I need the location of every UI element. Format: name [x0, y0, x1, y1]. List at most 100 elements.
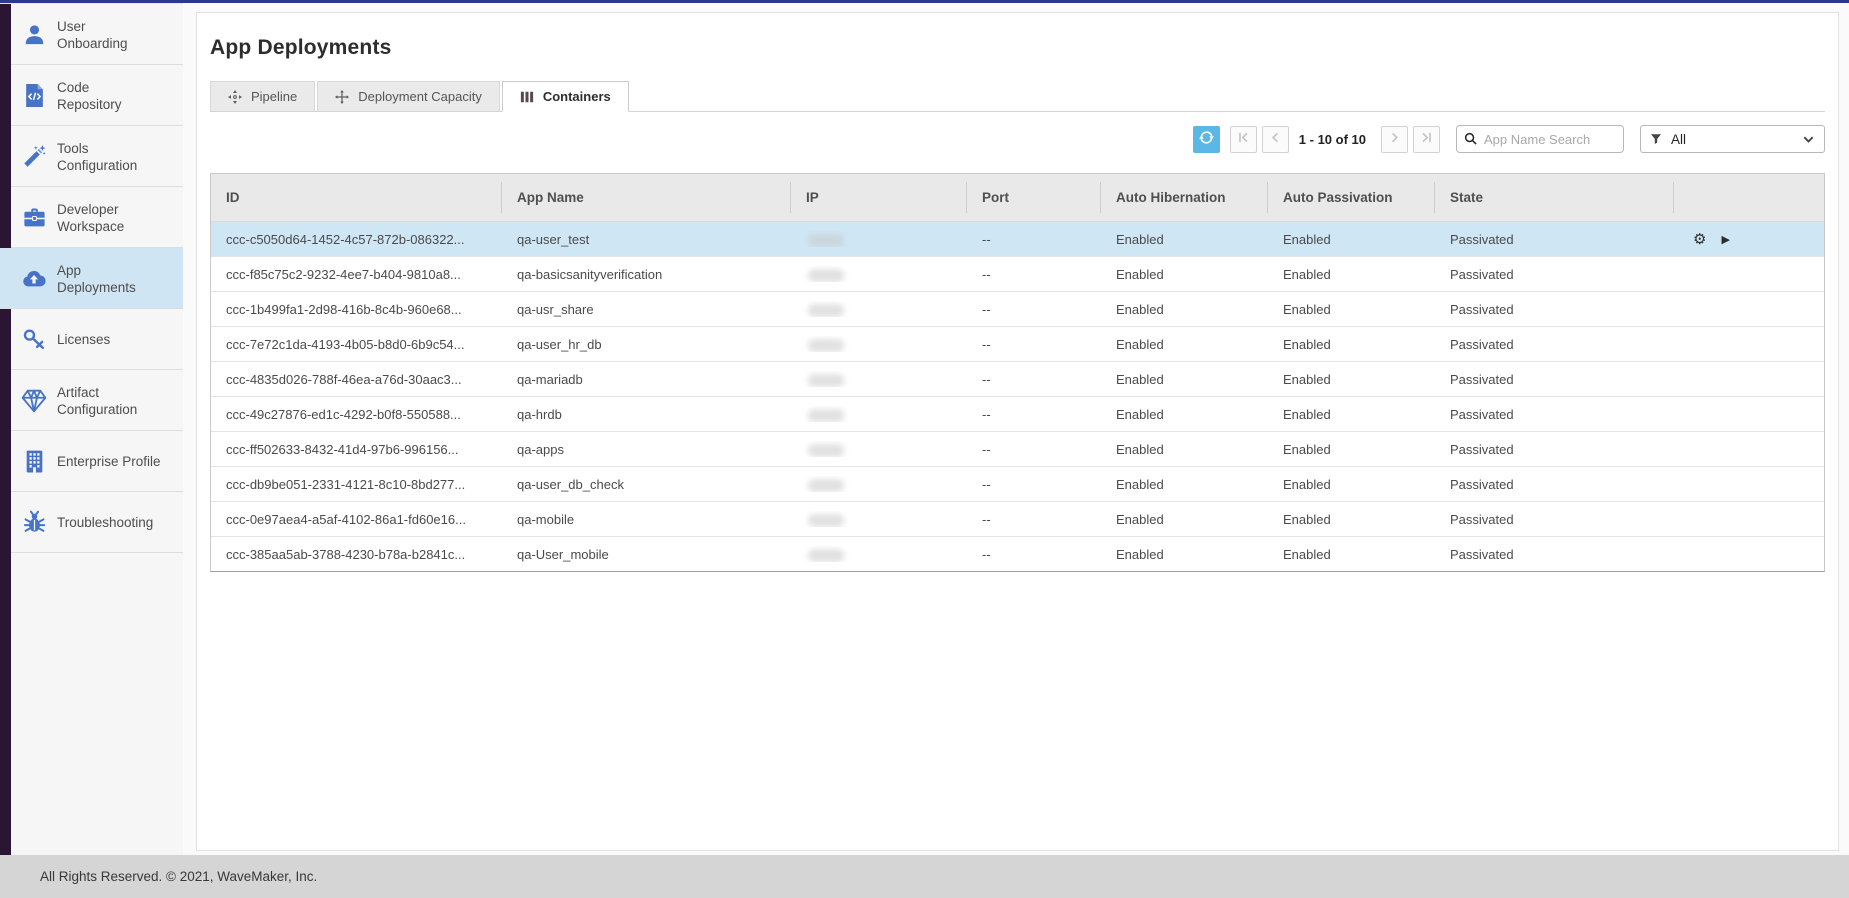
table-row[interactable]: ccc-49c27876-ed1c-4292-b0f8-550588...qa-… — [211, 396, 1824, 431]
sidebar-item-tools-configuration[interactable]: Tools Configuration — [0, 126, 183, 187]
first-page-button[interactable] — [1230, 126, 1257, 153]
table-row[interactable]: ccc-ff502633-8432-41d4-97b6-996156...qa-… — [211, 431, 1824, 466]
cell-port: -- — [967, 372, 1101, 387]
next-page-button[interactable] — [1381, 126, 1408, 153]
redacted-ip-value — [808, 444, 844, 457]
sidebar-item-artifact-configuration[interactable]: Artifact Configuration — [0, 370, 183, 431]
bug-icon — [11, 510, 57, 535]
table-body: ccc-c5050d64-1452-4c57-872b-086322... qa-… — [211, 222, 1824, 571]
tab-deployment-capacity[interactable]: Deployment Capacity — [317, 81, 500, 112]
table-row[interactable]: ccc-7e72c1da-4193-4b05-b8d0-6b9c54...qa-… — [211, 326, 1824, 361]
cell-auto-passivation: Enabled — [1268, 477, 1435, 492]
cell-id: ccc-ff502633-8432-41d4-97b6-996156... — [211, 442, 502, 457]
sidebar-item-licenses[interactable]: Licenses — [0, 309, 183, 370]
cell-id: ccc-1b499fa1-2d98-416b-8c4b-960e68... — [211, 302, 502, 317]
search-icon — [1464, 132, 1477, 150]
cloud-upload-icon — [11, 266, 57, 292]
tab-pipeline[interactable]: Pipeline — [210, 81, 315, 112]
cell-app-name: qa-apps — [502, 442, 791, 457]
key-icon — [11, 327, 57, 352]
redacted-ip-value — [808, 514, 844, 527]
cell-id: ccc-c5050d64-1452-4c57-872b-086322... — [211, 232, 502, 247]
column-header-state: State — [1435, 174, 1674, 221]
column-header-port: Port — [967, 174, 1101, 221]
cell-ip — [791, 476, 967, 491]
start-play-icon[interactable]: ▶ — [1721, 234, 1729, 245]
cell-port: -- — [967, 407, 1101, 422]
tab-containers[interactable]: Containers — [502, 81, 629, 112]
redacted-ip-value — [808, 409, 844, 422]
cell-ip — [791, 406, 967, 421]
redacted-ip-value — [808, 269, 844, 282]
chevron-down-icon — [1802, 133, 1815, 146]
cell-auto-passivation: Enabled — [1268, 407, 1435, 422]
cell-id: ccc-7e72c1da-4193-4b05-b8d0-6b9c54... — [211, 337, 502, 352]
cell-state: Passivated — [1435, 477, 1674, 492]
cell-auto-passivation: Enabled — [1268, 337, 1435, 352]
app-filter-select[interactable]: All — [1640, 125, 1825, 153]
sidebar-item-user-onboarding[interactable]: User Onboarding — [0, 4, 183, 65]
redacted-ip-value — [808, 339, 844, 352]
sidebar-item-code-repository[interactable]: Code Repository — [0, 65, 183, 126]
table-row[interactable]: ccc-4835d026-788f-46ea-a76d-30aac3...qa-… — [211, 361, 1824, 396]
user-icon — [11, 22, 57, 47]
cell-app-name: qa-user_db_check — [502, 477, 791, 492]
tab-bar: Pipeline Deployment Capacity Containers — [210, 81, 1825, 112]
pipeline-icon — [228, 90, 242, 104]
table-row[interactable]: ccc-0e97aea4-a5af-4102-86a1-fd60e16...qa… — [211, 501, 1824, 536]
refresh-icon — [1198, 129, 1215, 149]
cell-app-name: qa-mobile — [502, 512, 791, 527]
cell-auto-passivation: Enabled — [1268, 442, 1435, 457]
cell-app-name: qa-mariadb — [502, 372, 791, 387]
page-title: App Deployments — [210, 36, 1825, 60]
magic-wand-icon — [11, 144, 57, 169]
refresh-button[interactable] — [1193, 126, 1220, 153]
cell-auto-hibernation: Enabled — [1101, 407, 1268, 422]
search-input[interactable] — [1456, 125, 1624, 153]
cell-actions: ⚙▶ — [1674, 232, 1826, 247]
cell-state: Passivated — [1435, 442, 1674, 457]
cell-auto-passivation: Enabled — [1268, 547, 1435, 562]
redacted-ip-value — [808, 479, 844, 492]
cell-state: Passivated — [1435, 372, 1674, 387]
column-header-auto-hibernation: Auto Hibernation — [1101, 174, 1268, 221]
table-row[interactable]: ccc-c5050d64-1452-4c57-872b-086322...qa-… — [211, 222, 1824, 256]
redacted-ip-value — [808, 234, 844, 247]
cell-auto-passivation: Enabled — [1268, 232, 1435, 247]
cell-ip — [791, 441, 967, 456]
copyright-text: All Rights Reserved. © 2021, WaveMaker, … — [40, 869, 317, 884]
table-row[interactable]: ccc-f85c75c2-9232-4ee7-b404-9810a8...qa-… — [211, 256, 1824, 291]
cell-port: -- — [967, 477, 1101, 492]
code-file-icon — [11, 83, 57, 108]
sidebar-item-app-deployments[interactable]: App Deployments — [0, 248, 183, 309]
redacted-ip-value — [808, 304, 844, 317]
cell-port: -- — [967, 442, 1101, 457]
sidebar-item-developer-workspace[interactable]: Developer Workspace — [0, 187, 183, 248]
cell-state: Passivated — [1435, 547, 1674, 562]
cell-state: Passivated — [1435, 407, 1674, 422]
redacted-ip-value — [808, 374, 844, 387]
cell-auto-hibernation: Enabled — [1101, 512, 1268, 527]
toolbar: 1 - 10 of 10 All — [210, 125, 1825, 153]
column-header-id: ID — [211, 174, 502, 221]
sidebar-item-enterprise-profile[interactable]: Enterprise Profile — [0, 431, 183, 492]
cell-ip — [791, 301, 967, 316]
redacted-ip-value — [808, 549, 844, 562]
cell-id: ccc-4835d026-788f-46ea-a76d-30aac3... — [211, 372, 502, 387]
cell-app-name: qa-hrdb — [502, 407, 791, 422]
table-row[interactable]: ccc-1b499fa1-2d98-416b-8c4b-960e68...qa-… — [211, 291, 1824, 326]
previous-page-button[interactable] — [1262, 126, 1289, 153]
settings-gear-icon[interactable]: ⚙ — [1693, 232, 1706, 247]
cell-state: Passivated — [1435, 302, 1674, 317]
cell-auto-hibernation: Enabled — [1101, 547, 1268, 562]
table-row[interactable]: ccc-385aa5ab-3788-4230-b78a-b2841c...qa-… — [211, 536, 1824, 571]
building-icon — [11, 449, 57, 474]
table-row[interactable]: ccc-db9be051-2331-4121-8c10-8bd277...qa-… — [211, 466, 1824, 501]
cell-auto-hibernation: Enabled — [1101, 267, 1268, 282]
columns-icon — [520, 90, 534, 104]
last-page-button[interactable] — [1413, 126, 1440, 153]
cell-auto-passivation: Enabled — [1268, 267, 1435, 282]
cell-id: ccc-49c27876-ed1c-4292-b0f8-550588... — [211, 407, 502, 422]
cell-port: -- — [967, 302, 1101, 317]
sidebar-item-troubleshooting[interactable]: Troubleshooting — [0, 492, 183, 553]
